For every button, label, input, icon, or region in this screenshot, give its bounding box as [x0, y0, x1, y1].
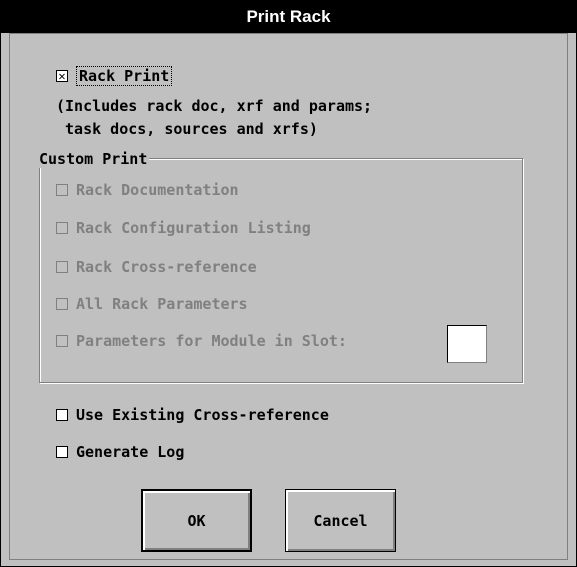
parameters-for-module-checkbox[interactable]: Parameters for Module in Slot: — [56, 332, 347, 350]
custom-print-legend: Custom Print — [37, 150, 150, 168]
use-existing-cross-reference-label: Use Existing Cross-reference — [76, 406, 329, 424]
checkbox-icon — [56, 446, 68, 458]
all-rack-parameters-checkbox[interactable]: All Rack Parameters — [56, 295, 248, 313]
ok-button[interactable]: OK — [141, 489, 252, 552]
rack-documentation-label: Rack Documentation — [76, 181, 239, 199]
print-rack-dialog: Print Rack ✕ Rack Print (Includes rack d… — [0, 0, 577, 567]
checkbox-checked-icon: ✕ — [56, 70, 68, 82]
rack-cross-reference-label: Rack Cross-reference — [76, 258, 257, 276]
slot-number-input[interactable] — [447, 325, 487, 363]
dialog-title: Print Rack — [1, 1, 576, 33]
rack-print-label: Rack Print — [76, 66, 173, 86]
all-rack-parameters-label: All Rack Parameters — [76, 295, 248, 313]
rack-print-note-line-2: task docs, sources and xrfs) — [56, 120, 318, 138]
use-existing-cross-reference-checkbox[interactable]: Use Existing Cross-reference — [56, 406, 329, 424]
rack-configuration-listing-checkbox[interactable]: Rack Configuration Listing — [56, 219, 311, 237]
checkbox-icon — [56, 184, 68, 196]
checkbox-icon — [56, 409, 68, 421]
rack-print-note-line-1: (Includes rack doc, xrf and params; — [56, 97, 373, 115]
cancel-button[interactable]: Cancel — [285, 489, 396, 552]
rack-cross-reference-checkbox[interactable]: Rack Cross-reference — [56, 258, 257, 276]
generate-log-label: Generate Log — [76, 443, 185, 461]
parameters-for-module-label: Parameters for Module in Slot: — [76, 332, 347, 350]
generate-log-checkbox[interactable]: Generate Log — [56, 443, 184, 461]
rack-configuration-listing-label: Rack Configuration Listing — [76, 219, 311, 237]
rack-documentation-checkbox[interactable]: Rack Documentation — [56, 181, 239, 199]
checkbox-icon — [56, 298, 68, 310]
checkbox-icon — [56, 222, 68, 234]
rack-print-checkbox[interactable]: ✕ Rack Print — [56, 66, 173, 86]
dialog-body: ✕ Rack Print (Includes rack doc, xrf and… — [9, 33, 568, 560]
checkbox-icon — [56, 261, 68, 273]
checkbox-icon — [56, 335, 68, 347]
